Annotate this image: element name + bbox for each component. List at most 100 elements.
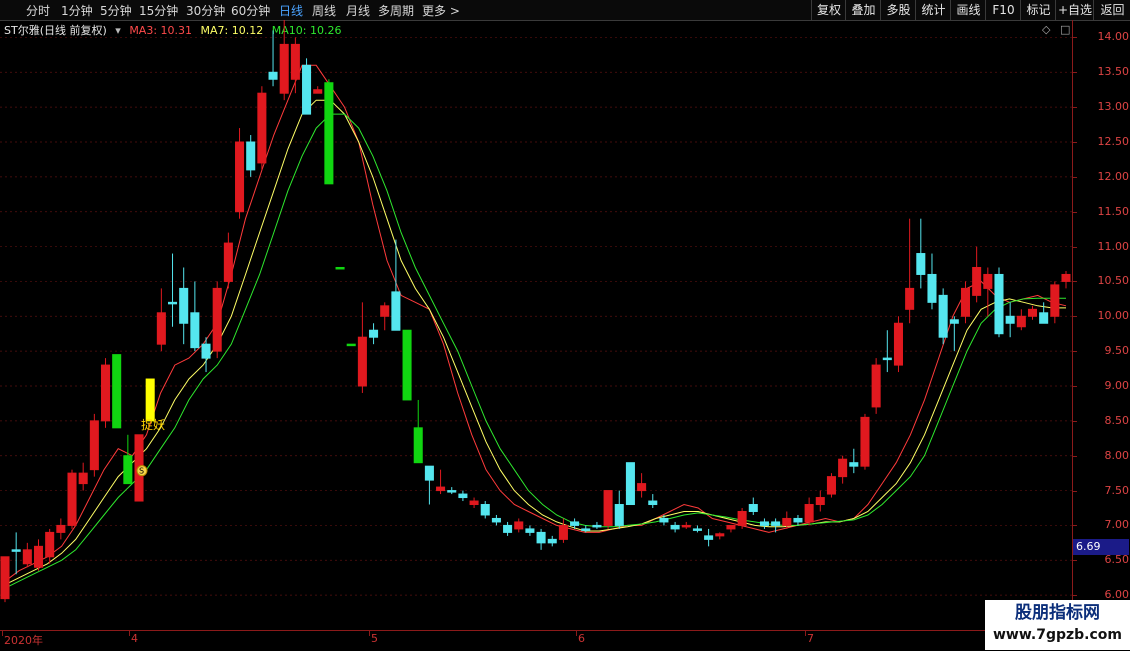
- period-tab-6[interactable]: 日线: [279, 2, 303, 19]
- candle[interactable]: [503, 521, 513, 536]
- candle[interactable]: [436, 469, 446, 495]
- candle[interactable]: [290, 37, 300, 94]
- candle[interactable]: [402, 329, 412, 401]
- candle[interactable]: [637, 473, 647, 498]
- candle[interactable]: [826, 473, 836, 498]
- candle[interactable]: [547, 535, 557, 547]
- candle[interactable]: [89, 413, 99, 477]
- candle[interactable]: [1005, 302, 1015, 338]
- toolbar-button-6[interactable]: 标记: [1020, 0, 1056, 20]
- period-tab-8[interactable]: 月线: [346, 2, 370, 19]
- candle[interactable]: [815, 490, 825, 512]
- candle[interactable]: [380, 302, 390, 331]
- candle[interactable]: [458, 490, 468, 502]
- candle[interactable]: [793, 514, 803, 526]
- candle[interactable]: [145, 378, 155, 422]
- candle[interactable]: [257, 86, 267, 170]
- candle[interactable]: [369, 323, 379, 345]
- candle[interactable]: [905, 218, 915, 324]
- candle[interactable]: [625, 462, 635, 506]
- candle[interactable]: [302, 58, 312, 115]
- candle[interactable]: [692, 525, 702, 533]
- candle[interactable]: [201, 337, 211, 373]
- candle[interactable]: [480, 501, 490, 519]
- period-tab-7[interactable]: 周线: [312, 2, 336, 19]
- toolbar-button-1[interactable]: 叠加: [845, 0, 881, 20]
- candle[interactable]: [994, 267, 1004, 338]
- candle[interactable]: [168, 253, 178, 327]
- candle[interactable]: [324, 79, 334, 185]
- candle[interactable]: [849, 448, 859, 474]
- candle[interactable]: [893, 316, 903, 373]
- period-tab-0[interactable]: 分时: [26, 2, 50, 19]
- candle[interactable]: [22, 542, 32, 568]
- candlestick-chart[interactable]: 捉妖 S: [0, 20, 1072, 630]
- candle[interactable]: [45, 528, 55, 564]
- candle[interactable]: [123, 434, 133, 485]
- candle[interactable]: [972, 246, 982, 303]
- toolbar-button-7[interactable]: +自选: [1055, 0, 1094, 20]
- candle[interactable]: [1027, 305, 1038, 320]
- candle[interactable]: [759, 518, 769, 529]
- candle[interactable]: [715, 532, 725, 540]
- candle[interactable]: [1016, 309, 1026, 331]
- candle[interactable]: [1050, 281, 1060, 324]
- candle[interactable]: [838, 455, 848, 484]
- toolbar-button-5[interactable]: F10: [985, 0, 1021, 20]
- candle[interactable]: [335, 266, 345, 270]
- candle[interactable]: [0, 556, 10, 603]
- candle[interactable]: [704, 528, 714, 547]
- candle[interactable]: [938, 288, 948, 345]
- period-tab-9[interactable]: 多周期: [378, 2, 414, 19]
- candle[interactable]: [212, 281, 222, 359]
- period-tab-3[interactable]: 15分钟: [139, 2, 178, 19]
- candle[interactable]: [1039, 302, 1049, 324]
- candle[interactable]: [670, 521, 680, 533]
- candle[interactable]: [424, 465, 434, 505]
- candle[interactable]: [949, 316, 959, 352]
- candle[interactable]: [860, 413, 870, 470]
- candle[interactable]: [525, 525, 535, 536]
- candle[interactable]: [491, 514, 501, 526]
- candle[interactable]: [179, 267, 189, 345]
- candle[interactable]: [190, 281, 200, 352]
- toolbar-button-3[interactable]: 统计: [915, 0, 951, 20]
- candle[interactable]: [983, 267, 993, 317]
- candle[interactable]: [413, 399, 423, 464]
- candle[interactable]: [223, 232, 233, 289]
- candle[interactable]: [737, 508, 747, 529]
- candle[interactable]: [78, 462, 88, 491]
- candle[interactable]: [56, 518, 66, 540]
- toolbar-button-4[interactable]: 画线: [950, 0, 986, 20]
- candle[interactable]: [726, 524, 736, 533]
- toolbar-button-0[interactable]: 复权: [811, 0, 846, 20]
- period-tab-1[interactable]: 1分钟: [61, 2, 93, 19]
- candle[interactable]: [279, 20, 289, 101]
- period-tab-4[interactable]: 30分钟: [186, 2, 225, 19]
- candle[interactable]: [235, 128, 245, 219]
- period-tab-2[interactable]: 5分钟: [100, 2, 132, 19]
- candle[interactable]: [469, 497, 479, 508]
- candle[interactable]: [11, 532, 21, 575]
- candle[interactable]: [927, 253, 937, 310]
- period-tab-5[interactable]: 60分钟: [231, 2, 270, 19]
- candle[interactable]: [659, 514, 669, 526]
- candle[interactable]: [592, 521, 602, 529]
- candle[interactable]: [67, 469, 77, 529]
- candle[interactable]: [447, 487, 457, 495]
- candle[interactable]: [268, 30, 278, 87]
- candle[interactable]: [156, 288, 166, 352]
- candle[interactable]: [871, 358, 881, 414]
- candle[interactable]: [514, 518, 524, 533]
- candle[interactable]: [558, 518, 568, 543]
- candle[interactable]: [804, 497, 814, 526]
- candle[interactable]: [246, 135, 256, 177]
- candle[interactable]: [112, 354, 122, 429]
- candle[interactable]: [346, 343, 356, 347]
- candle[interactable]: [1061, 270, 1071, 289]
- candle[interactable]: [748, 497, 758, 515]
- candle[interactable]: [614, 490, 624, 529]
- candle[interactable]: [33, 539, 44, 571]
- candle[interactable]: [681, 521, 691, 529]
- toolbar-button-2[interactable]: 多股: [880, 0, 916, 20]
